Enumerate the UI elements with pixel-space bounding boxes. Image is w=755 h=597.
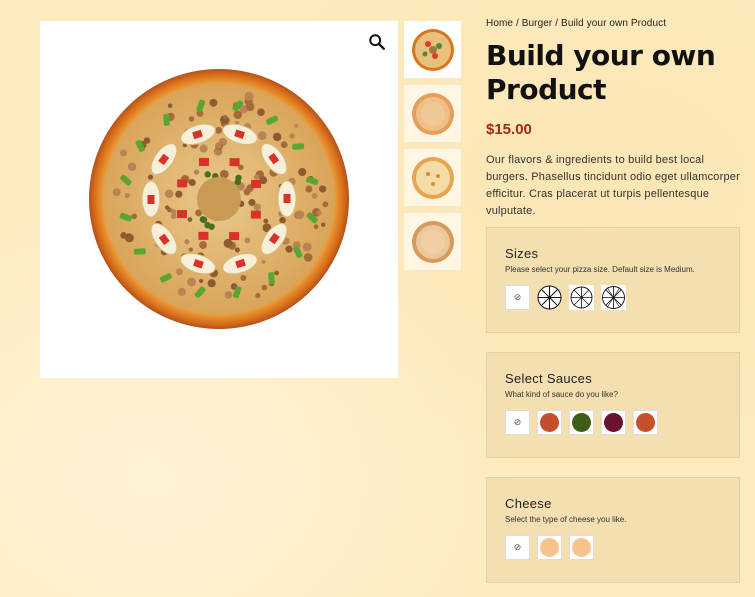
none-icon: ⊘ xyxy=(514,292,522,303)
cheese-option-2[interactable] xyxy=(569,535,594,560)
size-medium-option[interactable] xyxy=(569,285,594,310)
breadcrumb-current: Build your own Product xyxy=(561,18,666,29)
pizza-image xyxy=(87,67,351,331)
cheese-none-option[interactable]: ⊘ xyxy=(505,535,530,560)
cheese-subtitle: Select the type of cheese you like. xyxy=(505,515,721,524)
thumbnail-gallery xyxy=(404,21,461,277)
product-main-image[interactable] xyxy=(40,21,398,378)
breadcrumb-category[interactable]: Burger xyxy=(522,18,553,29)
sauce-option-berry[interactable] xyxy=(601,410,626,435)
cheese-panel: Cheese Select the type of cheese you lik… xyxy=(486,477,740,583)
product-price: $15.00 xyxy=(486,121,741,138)
breadcrumb-home[interactable]: Home xyxy=(486,18,513,29)
sizes-panel: Sizes Please select your pizza size. Def… xyxy=(486,227,740,333)
sauce-option-pesto[interactable] xyxy=(569,410,594,435)
sauce-option-tomato[interactable] xyxy=(537,410,562,435)
sauces-swatches: ⊘ xyxy=(505,410,721,435)
sizes-swatches: ⊘ xyxy=(505,285,721,310)
none-icon: ⊘ xyxy=(514,417,522,428)
cheese-swatches: ⊘ xyxy=(505,535,721,560)
cheese-option-1[interactable] xyxy=(537,535,562,560)
none-icon: ⊘ xyxy=(514,542,522,553)
sauce-option-bbq[interactable] xyxy=(633,410,658,435)
sauces-panel: Select Sauces What kind of sauce do you … xyxy=(486,352,740,458)
thumbnail-4[interactable] xyxy=(404,213,461,270)
sauce-swatch xyxy=(636,413,655,432)
thumbnail-1[interactable] xyxy=(404,21,461,78)
cheese-swatch xyxy=(540,538,559,557)
product-description: Our flavors & ingredients to build best … xyxy=(486,152,741,220)
sizes-title: Sizes xyxy=(505,246,721,261)
size-small-option[interactable] xyxy=(537,285,562,310)
sauce-swatch xyxy=(540,413,559,432)
thumbnail-2[interactable] xyxy=(404,85,461,142)
sauces-title: Select Sauces xyxy=(505,371,721,386)
size-large-option[interactable] xyxy=(601,285,626,310)
product-title: Build your own Product xyxy=(486,39,741,107)
sauces-subtitle: What kind of sauce do you like? xyxy=(505,390,721,399)
size-none-option[interactable]: ⊘ xyxy=(505,285,530,310)
thumbnail-3[interactable] xyxy=(404,149,461,206)
sauce-swatch xyxy=(572,413,591,432)
breadcrumb-separator: / xyxy=(516,18,519,29)
product-summary: Home / Burger / Build your own Product B… xyxy=(486,18,741,220)
cheese-title: Cheese xyxy=(505,496,721,511)
breadcrumb: Home / Burger / Build your own Product xyxy=(486,18,741,29)
breadcrumb-separator: / xyxy=(555,18,558,29)
cheese-swatch xyxy=(572,538,591,557)
search-icon[interactable] xyxy=(368,33,386,51)
sizes-subtitle: Please select your pizza size. Default s… xyxy=(505,265,721,274)
sauce-none-option[interactable]: ⊘ xyxy=(505,410,530,435)
sauce-swatch xyxy=(604,413,623,432)
